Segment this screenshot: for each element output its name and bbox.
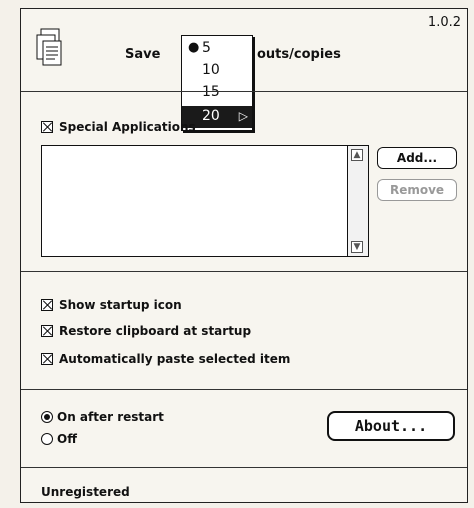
version-label: 1.0.2 — [427, 15, 461, 30]
dropdown-item-15[interactable]: 15 — [182, 82, 252, 104]
restore-clipboard-checkbox[interactable] — [41, 325, 53, 337]
settings-window: 1.0.2 Save outs/copies ● 5 10 15 20 ▷ Sp… — [20, 8, 468, 503]
auto-paste-label: Automatically paste selected item — [59, 352, 291, 366]
divider — [21, 271, 467, 272]
app-icon — [36, 28, 62, 66]
off-radio[interactable] — [41, 433, 53, 445]
special-apps-label: Special Applications — [59, 120, 196, 134]
show-startup-icon-label: Show startup icon — [59, 298, 182, 312]
about-button[interactable]: About... — [327, 411, 455, 441]
add-button[interactable]: Add... — [377, 147, 457, 169]
divider — [21, 467, 467, 468]
special-apps-checkbox[interactable] — [41, 121, 53, 133]
off-label: Off — [57, 432, 77, 446]
on-after-restart-label: On after restart — [57, 410, 164, 424]
auto-paste-checkbox[interactable] — [41, 353, 53, 365]
copies-dropdown-menu[interactable]: ● 5 10 15 20 ▷ — [181, 35, 253, 131]
remove-button[interactable]: Remove — [377, 179, 457, 201]
show-startup-icon-checkbox[interactable] — [41, 299, 53, 311]
save-label: Save — [125, 47, 161, 62]
scroll-down-icon[interactable]: ▼ — [351, 241, 363, 253]
selected-bullet-icon: ● — [188, 40, 200, 55]
on-after-restart-radio[interactable] — [41, 411, 53, 423]
dropdown-item-10[interactable]: 10 — [182, 60, 252, 82]
dropdown-item-5[interactable]: ● 5 — [182, 38, 252, 60]
scroll-up-icon[interactable]: ▲ — [351, 149, 363, 161]
restore-clipboard-label: Restore clipboard at startup — [59, 324, 252, 338]
cursor-arrow-icon: ▷ — [238, 109, 248, 123]
save-suffix-label: outs/copies — [257, 47, 341, 62]
divider — [21, 389, 467, 390]
divider — [21, 91, 467, 92]
special-apps-list[interactable]: ▲ ▼ — [41, 145, 369, 257]
registration-status: Unregistered — [41, 485, 130, 499]
list-scrollbar[interactable]: ▲ ▼ — [347, 146, 368, 256]
